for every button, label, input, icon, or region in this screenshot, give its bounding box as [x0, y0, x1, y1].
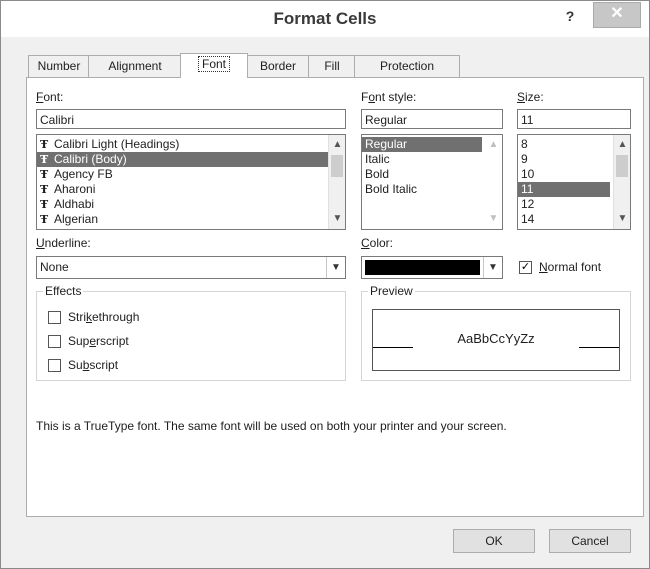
tab-fill[interactable]: Fill: [308, 55, 356, 77]
list-item[interactable]: Ŧ Agency FB: [37, 167, 345, 182]
dialog-title: Format Cells: [273, 9, 377, 28]
underline-select[interactable]: None ▼: [36, 256, 346, 279]
list-item[interactable]: Ŧ Algerian: [37, 212, 345, 227]
strikethrough-checkbox[interactable]: [48, 311, 61, 324]
superscript-checkbox[interactable]: [48, 335, 61, 348]
truetype-font-icon: Ŧ: [40, 138, 49, 151]
list-item[interactable]: Bold: [362, 167, 502, 182]
font-name-input[interactable]: Calibri: [36, 109, 346, 129]
font-list-scrollbar[interactable]: ▲ ▼: [328, 135, 345, 229]
color-swatch: [365, 260, 480, 275]
preview-group: Preview AaBbCcYyZz: [361, 284, 631, 381]
truetype-font-icon: Ŧ: [40, 183, 49, 196]
list-item[interactable]: Ŧ Calibri (Body): [37, 152, 345, 167]
truetype-font-icon: Ŧ: [40, 213, 49, 226]
font-list[interactable]: Ŧ Calibri Light (Headings) Ŧ Calibri (Body…: [36, 134, 346, 230]
list-item[interactable]: Italic: [362, 152, 502, 167]
color-label: Color:: [361, 236, 394, 250]
scroll-up-icon: ▲: [488, 139, 499, 150]
font-style-input[interactable]: Regular: [361, 109, 503, 129]
scroll-thumb[interactable]: [616, 155, 628, 177]
size-label: Size:: [517, 90, 544, 104]
list-item[interactable]: Ŧ Calibri Light (Headings): [37, 137, 345, 152]
underline-value: None: [40, 260, 69, 274]
list-item[interactable]: Regular: [362, 137, 482, 152]
size-input[interactable]: 11: [517, 109, 631, 129]
list-item[interactable]: Ŧ Aldhabi: [37, 197, 345, 212]
scroll-thumb[interactable]: [331, 155, 343, 177]
title-bar[interactable]: Format Cells ? ✕: [1, 1, 649, 37]
cancel-button[interactable]: Cancel: [549, 529, 631, 553]
normal-font-label[interactable]: Normal font: [539, 260, 601, 274]
size-list-scrollbar[interactable]: ▲ ▼: [613, 135, 630, 229]
list-item[interactable]: 11: [518, 182, 610, 197]
subscript-checkbox[interactable]: [48, 359, 61, 372]
font-tab-panel: Font: Calibri Ŧ Calibri Light (Headings) …: [26, 77, 644, 517]
tab-protection[interactable]: Protection: [354, 55, 460, 77]
tab-font-label: Font: [197, 56, 230, 72]
scroll-down-icon[interactable]: ▼: [614, 211, 630, 227]
font-label: Font:: [36, 90, 64, 104]
strikethrough-label[interactable]: Strikethrough: [68, 310, 139, 324]
truetype-info-text: This is a TrueType font. The same font w…: [36, 419, 507, 433]
normal-font-checkbox[interactable]: ✓: [519, 261, 532, 274]
tab-alignment[interactable]: Alignment: [88, 55, 182, 77]
subscript-label[interactable]: Subscript: [68, 358, 118, 372]
close-button[interactable]: ✕: [593, 2, 641, 28]
preview-baseline-left: [373, 347, 413, 348]
ok-button[interactable]: OK: [453, 529, 535, 553]
truetype-font-icon: Ŧ: [40, 198, 49, 211]
scroll-down-icon[interactable]: ▼: [329, 211, 345, 227]
tab-border[interactable]: Border: [246, 55, 310, 77]
list-item[interactable]: Bold Italic: [362, 182, 502, 197]
format-cells-dialog: Format Cells ? ✕ Number Alignment Font B…: [0, 0, 650, 569]
superscript-label[interactable]: Superscript: [68, 334, 129, 348]
size-list[interactable]: 8 9 10 11 12 14 ▲ ▼: [517, 134, 631, 230]
list-item[interactable]: Ŧ Aharoni: [37, 182, 345, 197]
scroll-up-icon[interactable]: ▲: [329, 137, 345, 153]
preview-title: Preview: [368, 284, 415, 298]
font-style-list[interactable]: Regular Italic Bold Bold Italic ▲ ▼: [361, 134, 503, 230]
preview-baseline-right: [579, 347, 619, 348]
tab-number[interactable]: Number: [28, 55, 90, 77]
truetype-font-icon: Ŧ: [40, 153, 49, 166]
color-picker[interactable]: ▼: [361, 256, 503, 279]
truetype-font-icon: Ŧ: [40, 168, 49, 181]
tab-font[interactable]: Font: [180, 53, 248, 78]
preview-box: AaBbCcYyZz: [372, 309, 620, 371]
chevron-down-icon[interactable]: ▼: [326, 257, 345, 278]
font-style-scrollbar: ▲ ▼: [485, 135, 502, 229]
preview-sample-text: AaBbCcYyZz: [457, 331, 535, 346]
font-style-label: Font style:: [361, 90, 417, 104]
effects-group: Effects Strikethrough Superscript Subscr…: [36, 284, 346, 381]
help-button[interactable]: ?: [557, 4, 583, 28]
effects-title: Effects: [43, 284, 84, 298]
scroll-up-icon[interactable]: ▲: [614, 137, 630, 153]
scroll-down-icon: ▼: [488, 213, 499, 224]
underline-label: Underline:: [36, 236, 91, 250]
chevron-down-icon[interactable]: ▼: [483, 257, 502, 278]
